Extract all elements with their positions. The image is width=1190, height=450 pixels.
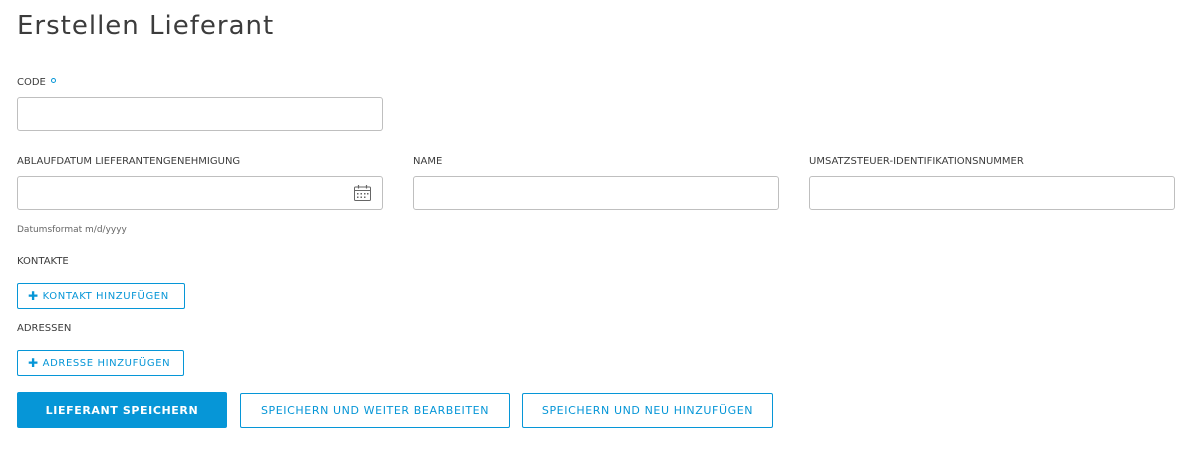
add-contact-label: KONTAKT HINZUFÜGEN	[42, 290, 169, 302]
name-input[interactable]	[413, 176, 779, 210]
add-address-button[interactable]: ✚ ADRESSE HINZUFÜGEN	[17, 350, 184, 376]
plus-icon: ✚	[28, 356, 39, 370]
name-label: NAME	[413, 156, 443, 167]
code-input[interactable]	[17, 97, 383, 131]
required-indicator-icon	[50, 78, 56, 83]
addresses-label: ADRESSEN	[17, 323, 72, 334]
calendar-icon[interactable]	[353, 184, 372, 202]
vat-id-input[interactable]	[809, 176, 1175, 210]
save-supplier-button[interactable]: LIEFERANT SPEICHERN	[17, 392, 227, 428]
add-contact-button[interactable]: ✚ KONTAKT HINZUFÜGEN	[17, 283, 185, 309]
contacts-label: KONTAKTE	[17, 256, 69, 267]
expiry-date-input[interactable]	[17, 176, 383, 210]
plus-icon: ✚	[28, 289, 39, 303]
add-address-label: ADRESSE HINZUFÜGEN	[42, 357, 171, 369]
date-format-hint: Datumsformat m/d/yyyy	[17, 225, 127, 235]
save-and-continue-button[interactable]: SPEICHERN UND WEITER BEARBEITEN	[240, 393, 510, 428]
vat-id-label: UMSATZSTEUER-IDENTIFIKATIONSNUMMER	[809, 156, 1024, 167]
code-label: CODE	[17, 77, 46, 88]
save-and-add-new-button[interactable]: SPEICHERN UND NEU HINZUFÜGEN	[522, 393, 773, 428]
page-title: Erstellen Lieferant	[17, 11, 275, 41]
code-label-row: CODE	[17, 77, 56, 89]
expiry-date-label: ABLAUFDATUM LIEFERANTENGENEHMIGUNG	[17, 156, 241, 167]
